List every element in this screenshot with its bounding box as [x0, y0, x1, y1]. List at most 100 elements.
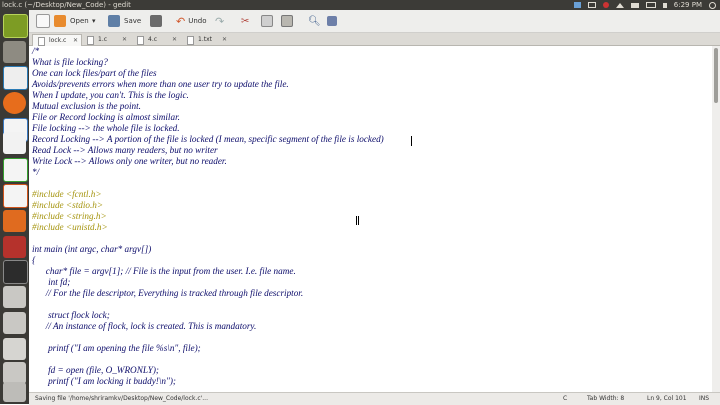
- cursor-position: Ln 9, Col 101: [647, 395, 687, 402]
- code-line: #include <unistd.h>: [32, 222, 108, 232]
- replace-button[interactable]: [327, 13, 341, 29]
- document-icon: [87, 36, 94, 45]
- software-center-icon[interactable]: [3, 210, 26, 232]
- code-line: printf ("I am opening the file %s\n", fi…: [48, 343, 201, 353]
- scrollbar-thumb[interactable]: [714, 48, 718, 103]
- tab-label: lock.c: [49, 37, 67, 44]
- mouse-ibeam-cursor: [356, 216, 359, 225]
- code-line: Read Lock --> Allows many readers, but n…: [32, 145, 218, 155]
- tab-label: 1.txt: [198, 36, 212, 43]
- chevron-down-icon: ▾: [92, 17, 96, 25]
- undo-label: Undo: [188, 17, 207, 25]
- code-line: /*: [32, 46, 40, 56]
- code-line: File or Record locking is almost similar…: [32, 112, 180, 122]
- replace-icon: [327, 16, 337, 26]
- insert-mode: INS: [699, 395, 710, 402]
- redo-button[interactable]: ↷: [215, 13, 224, 29]
- open-dropdown-button[interactable]: ▾: [92, 13, 96, 29]
- code-line: struct flock lock;: [48, 310, 110, 320]
- toolbar: Open ▾ Save ↶ Undo ↷ ✂ 🔍︎: [29, 10, 720, 33]
- code-line: */: [32, 167, 40, 177]
- text-cursor: [411, 136, 412, 146]
- print-button[interactable]: [150, 13, 166, 29]
- find-button[interactable]: 🔍︎: [308, 13, 321, 29]
- vertical-scrollbar[interactable]: [712, 46, 720, 392]
- tab-label: 4.c: [148, 36, 158, 43]
- code-line: #include <fcntl.h>: [32, 189, 102, 199]
- code-line: #include <string.h>: [32, 211, 107, 221]
- dropbox-icon[interactable]: [573, 2, 581, 8]
- code-line: Mutual exclusion is the point.: [32, 101, 141, 111]
- clock[interactable]: 6:29 PM: [674, 0, 702, 10]
- drive-icon-2[interactable]: [3, 312, 26, 334]
- search-icon: 🔍︎: [308, 15, 321, 27]
- copy-icon: [261, 15, 273, 27]
- document-icon: [38, 37, 45, 46]
- terminal-icon[interactable]: [3, 260, 28, 284]
- libreoffice-icon[interactable]: [3, 66, 28, 90]
- window-title: lock.c (~/Desktop/New_Code) - gedit: [2, 1, 131, 9]
- code-line: {: [32, 255, 36, 265]
- impress-icon[interactable]: [3, 184, 28, 208]
- settings-gear-icon[interactable]: [709, 1, 716, 9]
- code-line: int main (int argc, char* argv[]): [32, 244, 152, 254]
- status-message: Saving file '/home/shriramkv/Desktop/New…: [35, 395, 208, 402]
- dash-home-icon[interactable]: [3, 14, 28, 38]
- save-label: Save: [124, 17, 142, 25]
- tab-lock-c[interactable]: lock.c ✕: [32, 34, 82, 46]
- tab-bar: lock.c ✕ 1.c ✕ 4.c ✕ 1.txt ✕: [29, 33, 720, 46]
- undo-button[interactable]: ↶ Undo: [176, 13, 207, 29]
- code-line: File locking --> the whole file is locke…: [32, 123, 180, 133]
- code-line: Avoids/prevents errors when more than on…: [32, 79, 289, 89]
- new-document-button[interactable]: [36, 13, 54, 29]
- keyboard-icon[interactable]: [630, 2, 639, 8]
- text-editor[interactable]: /* What is file locking? One can lock fi…: [29, 46, 712, 392]
- language-selector[interactable]: C: [563, 393, 567, 405]
- close-icon[interactable]: ✕: [172, 34, 177, 45]
- system-settings-icon[interactable]: [3, 236, 26, 258]
- print-icon: [150, 15, 162, 27]
- drive-icon-1[interactable]: [3, 286, 26, 308]
- document-icon: [137, 36, 144, 45]
- code-view[interactable]: /* What is file locking? One can lock fi…: [32, 46, 384, 387]
- tab-label: 1.c: [98, 36, 108, 43]
- mail-icon[interactable]: [587, 2, 596, 8]
- close-icon[interactable]: ✕: [122, 34, 127, 45]
- open-button[interactable]: Open: [54, 13, 89, 29]
- code-line: char* file = argv[1]; // File is the inp…: [45, 266, 296, 276]
- tab-1-txt[interactable]: 1.txt ✕: [182, 34, 230, 45]
- usb-drive-icon[interactable]: [3, 338, 26, 360]
- tab-width-selector[interactable]: Tab Width: 8: [587, 393, 624, 405]
- cut-button[interactable]: ✂: [241, 13, 249, 29]
- save-icon: [108, 15, 120, 27]
- network-icon[interactable]: [615, 2, 624, 8]
- close-icon[interactable]: ✕: [222, 34, 227, 45]
- code-line: When I update, you can't. This is the lo…: [32, 90, 189, 100]
- folder-open-icon: [54, 15, 66, 27]
- paste-button[interactable]: [281, 13, 297, 29]
- code-line: printf ("I am locking it buddy!\n");: [48, 376, 176, 386]
- amazon-icon[interactable]: [3, 132, 26, 154]
- files-icon[interactable]: [3, 41, 26, 63]
- document-icon: [187, 36, 194, 45]
- code-line: // For the file descriptor, Everything i…: [45, 288, 304, 298]
- copy-button[interactable]: [261, 13, 277, 29]
- calc-icon[interactable]: [3, 158, 28, 182]
- trash-icon[interactable]: [3, 382, 26, 402]
- drive-icon-3[interactable]: [3, 362, 26, 384]
- volume-icon[interactable]: [662, 2, 667, 8]
- tab-1-c[interactable]: 1.c ✕: [82, 34, 130, 45]
- redo-icon: ↷: [215, 14, 225, 28]
- close-icon[interactable]: ✕: [73, 35, 78, 46]
- code-line: One can lock files/part of the files: [32, 68, 157, 78]
- launcher: [0, 10, 30, 404]
- code-line: What is file locking?: [32, 57, 108, 67]
- tab-4-c[interactable]: 4.c ✕: [132, 34, 180, 45]
- save-button[interactable]: Save: [108, 13, 141, 29]
- status-bar: Saving file '/home/shriramkv/Desktop/New…: [29, 392, 720, 405]
- open-label: Open: [70, 17, 89, 25]
- firefox-icon[interactable]: [3, 92, 26, 114]
- battery-icon[interactable]: [645, 2, 656, 8]
- code-line: Write Lock --> Allows only one writer, b…: [32, 156, 227, 166]
- bluetooth-icon[interactable]: [602, 2, 609, 8]
